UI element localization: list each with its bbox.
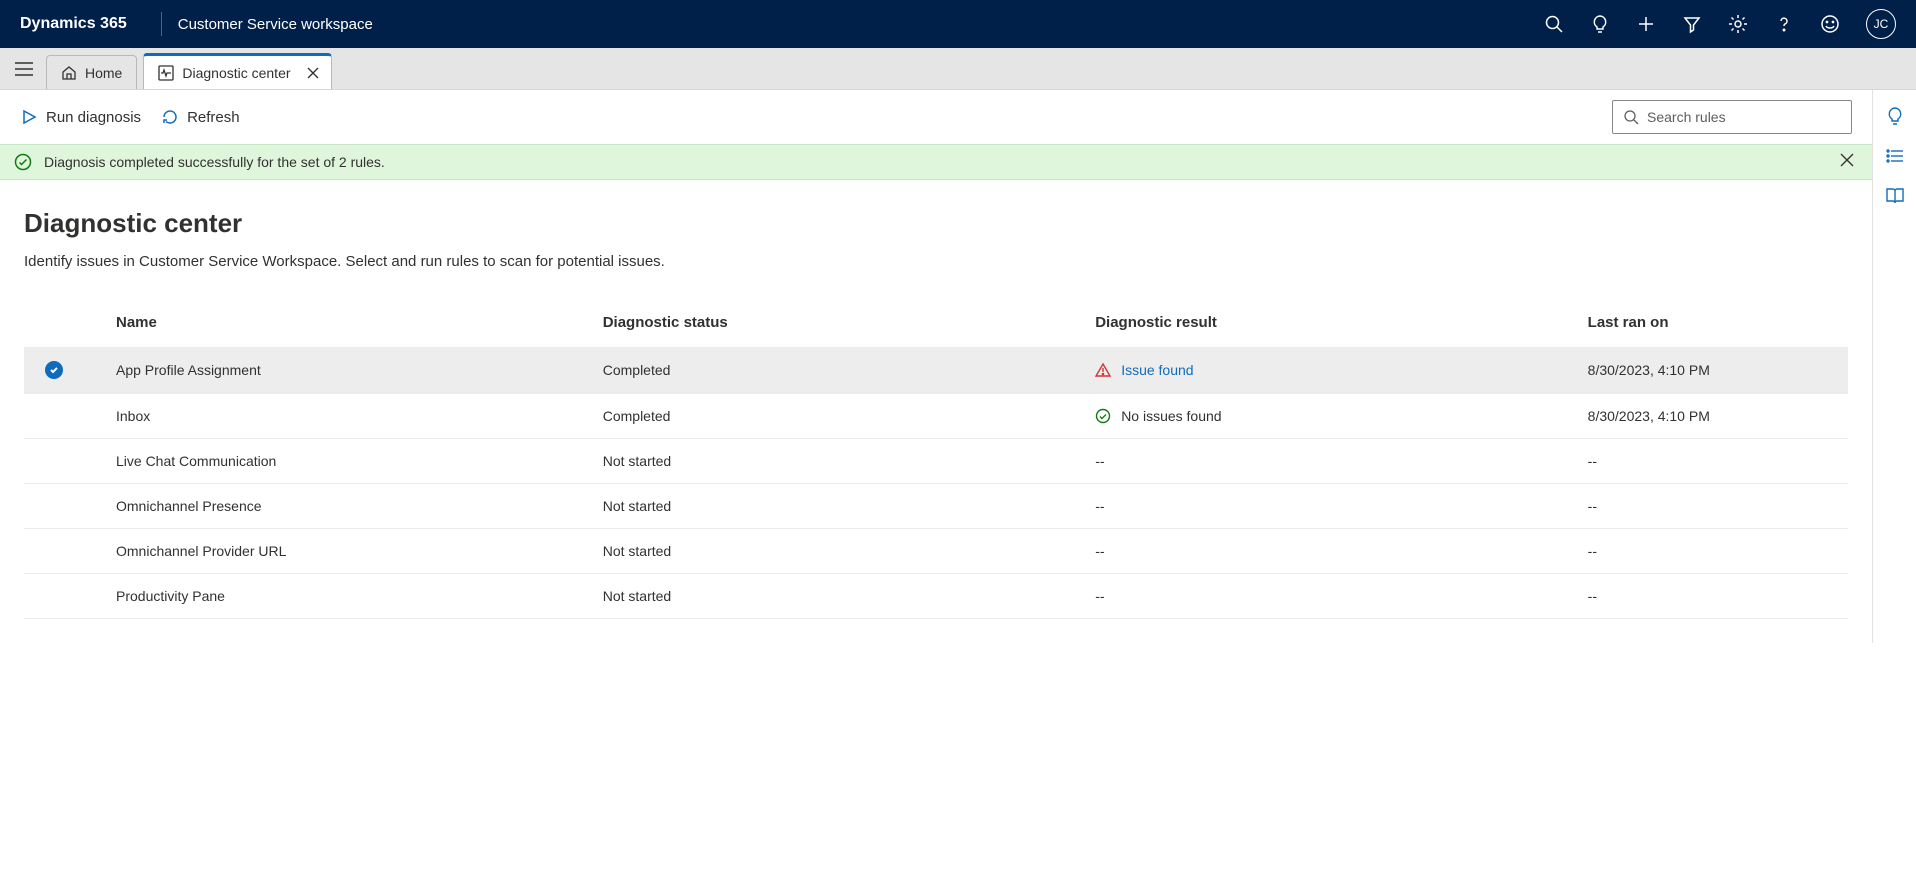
row-name: Omnichannel Presence [84, 484, 595, 529]
page-title: Diagnostic center [24, 208, 1848, 239]
tab-home[interactable]: Home [46, 55, 137, 89]
checkmark-icon [45, 361, 63, 379]
row-select-cell[interactable] [24, 574, 84, 619]
row-select-cell[interactable] [24, 439, 84, 484]
row-result: No issues found [1087, 394, 1579, 439]
row-result: -- [1087, 439, 1579, 484]
command-bar: Run diagnosis Refresh [0, 90, 1872, 144]
row-name: Productivity Pane [84, 574, 595, 619]
play-icon [20, 108, 38, 126]
row-name: Inbox [84, 394, 595, 439]
refresh-icon [161, 108, 179, 126]
row-last-ran: 8/30/2023, 4:10 PM [1580, 347, 1848, 394]
pulse-icon [158, 65, 174, 81]
row-select-cell[interactable] [24, 484, 84, 529]
close-icon[interactable] [305, 65, 321, 81]
row-last-ran: -- [1580, 484, 1848, 529]
row-name: Omnichannel Provider URL [84, 529, 595, 574]
row-last-ran: 8/30/2023, 4:10 PM [1580, 394, 1848, 439]
col-status[interactable]: Diagnostic status [595, 302, 1087, 347]
col-name[interactable]: Name [84, 302, 595, 347]
row-select-cell[interactable] [24, 347, 84, 394]
user-avatar[interactable]: JC [1866, 9, 1896, 39]
check-circle-icon [1095, 408, 1111, 424]
table-row[interactable]: Omnichannel PresenceNot started---- [24, 484, 1848, 529]
row-last-ran: -- [1580, 574, 1848, 619]
divider [161, 12, 162, 36]
banner-close-icon[interactable] [1840, 153, 1858, 171]
book-icon[interactable] [1885, 186, 1905, 206]
row-name: Live Chat Communication [84, 439, 595, 484]
table-row[interactable]: Omnichannel Provider URLNot started---- [24, 529, 1848, 574]
search-rules-box[interactable] [1612, 100, 1852, 134]
row-status: Not started [595, 574, 1087, 619]
productivity-pane [1872, 90, 1916, 643]
tab-active-label: Diagnostic center [182, 65, 290, 81]
gear-icon[interactable] [1728, 14, 1748, 34]
list-icon[interactable] [1885, 146, 1905, 166]
row-status: Not started [595, 484, 1087, 529]
brand-label: Dynamics 365 [20, 15, 127, 33]
lightbulb-icon[interactable] [1590, 14, 1610, 34]
page-description: Identify issues in Customer Service Work… [24, 253, 1848, 270]
home-icon [61, 65, 77, 81]
tab-home-label: Home [85, 65, 122, 81]
row-status: Completed [595, 347, 1087, 394]
col-last-ran[interactable]: Last ran on [1580, 302, 1848, 347]
row-last-ran: -- [1580, 439, 1848, 484]
row-status: Not started [595, 439, 1087, 484]
diagnostic-rules-table: Name Diagnostic status Diagnostic result… [24, 302, 1848, 619]
search-rules-input[interactable] [1647, 109, 1841, 125]
table-row[interactable]: Live Chat CommunicationNot started---- [24, 439, 1848, 484]
warning-triangle-icon [1095, 362, 1111, 378]
issue-found-link[interactable]: Issue found [1121, 362, 1193, 378]
row-status: Not started [595, 529, 1087, 574]
workspace-label: Customer Service workspace [178, 16, 373, 33]
help-icon[interactable] [1774, 14, 1794, 34]
search-icon [1623, 109, 1639, 125]
row-result: -- [1087, 574, 1579, 619]
row-last-ran: -- [1580, 529, 1848, 574]
plus-icon[interactable] [1636, 14, 1656, 34]
hamburger-icon[interactable] [10, 55, 38, 83]
smile-icon[interactable] [1820, 14, 1840, 34]
search-icon[interactable] [1544, 14, 1564, 34]
refresh-label: Refresh [187, 109, 240, 126]
row-status: Completed [595, 394, 1087, 439]
filter-icon[interactable] [1682, 14, 1702, 34]
run-diagnosis-button[interactable]: Run diagnosis [20, 108, 141, 126]
global-navbar: Dynamics 365 Customer Service workspace … [0, 0, 1916, 48]
table-row[interactable]: Productivity PaneNot started---- [24, 574, 1848, 619]
row-result: -- [1087, 484, 1579, 529]
tab-strip: Home Diagnostic center [0, 48, 1916, 90]
col-select [24, 302, 84, 347]
row-select-cell[interactable] [24, 394, 84, 439]
table-row[interactable]: InboxCompletedNo issues found8/30/2023, … [24, 394, 1848, 439]
row-name: App Profile Assignment [84, 347, 595, 394]
row-result: -- [1087, 529, 1579, 574]
row-result[interactable]: Issue found [1087, 347, 1579, 394]
banner-message: Diagnosis completed successfully for the… [44, 154, 385, 170]
tab-diagnostic-center[interactable]: Diagnostic center [143, 53, 331, 89]
lightbulb-icon[interactable] [1885, 106, 1905, 126]
col-result[interactable]: Diagnostic result [1087, 302, 1579, 347]
refresh-button[interactable]: Refresh [161, 108, 240, 126]
check-circle-icon [14, 153, 32, 171]
row-select-cell[interactable] [24, 529, 84, 574]
page-header: Diagnostic center Identify issues in Cus… [0, 180, 1872, 278]
success-banner: Diagnosis completed successfully for the… [0, 144, 1872, 180]
table-row[interactable]: App Profile AssignmentCompleted Issue fou… [24, 347, 1848, 394]
run-diagnosis-label: Run diagnosis [46, 109, 141, 126]
